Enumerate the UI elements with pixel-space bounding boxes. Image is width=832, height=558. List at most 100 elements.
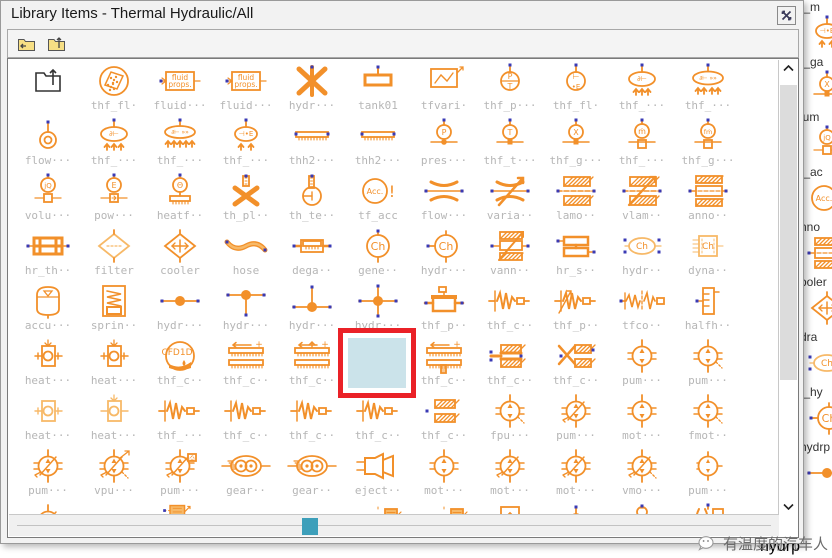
up-folder-button[interactable] xyxy=(16,34,38,55)
vertical-scrollbar-track[interactable] xyxy=(779,77,797,498)
library-item[interactable]: mot··· xyxy=(543,447,609,502)
library-item[interactable]: Ch dyna·· xyxy=(675,227,741,282)
library-item[interactable]: hydr··· xyxy=(279,282,345,337)
library-item[interactable]: thf_c·· xyxy=(345,392,411,447)
library-item[interactable]: gear·· xyxy=(279,447,345,502)
library-item[interactable]: hr_th·· xyxy=(15,227,81,282)
library-item[interactable]: vmo··· xyxy=(609,447,675,502)
library-item[interactable]: sprin·· xyxy=(81,282,147,337)
library-item[interactable]: jQ volu··· xyxy=(15,172,81,227)
library-item[interactable]: thh2··· xyxy=(279,117,345,172)
library-item[interactable]: pum··· xyxy=(543,392,609,447)
library-item[interactable]: vlam·· xyxy=(609,172,675,227)
library-item[interactable]: Epow··· xyxy=(81,172,147,227)
library-item[interactable]: hydr··· xyxy=(279,62,345,117)
library-item[interactable]: ∂⊢ thf_··· xyxy=(609,62,675,117)
library-item[interactable] xyxy=(15,62,81,117)
library-item[interactable]: vpu··· xyxy=(81,447,147,502)
library-item[interactable]: pum··· xyxy=(15,447,81,502)
library-item[interactable]: + thf_c·· xyxy=(279,337,345,392)
library-item[interactable]: cooler xyxy=(147,227,213,282)
library-item[interactable]: thf_c·· xyxy=(477,337,543,392)
library-item[interactable]: Ppres··· xyxy=(411,117,477,172)
library-item[interactable]: fmot·· xyxy=(675,392,741,447)
library-item[interactable]: pum··· xyxy=(675,447,741,502)
library-item[interactable]: th_pl·· xyxy=(213,172,279,227)
library-item[interactable]: Tthf_t··· xyxy=(477,117,543,172)
library-item[interactable]: hydr··· xyxy=(213,282,279,337)
library-item[interactable]: accu··· xyxy=(15,282,81,337)
library-item[interactable]: tfvari· xyxy=(411,62,477,117)
library-item[interactable]: th_te·· xyxy=(279,172,345,227)
library-item[interactable]: thh2··· xyxy=(345,117,411,172)
library-item[interactable]: ⊢ •E thf_fl· xyxy=(543,62,609,117)
library-item[interactable]: mot··· xyxy=(411,447,477,502)
library-item[interactable]: Ch gene·· xyxy=(345,227,411,282)
library-item[interactable]: flow··· xyxy=(15,117,81,172)
library-item[interactable]: halfh·· xyxy=(675,282,741,337)
library-item[interactable]: ⎙ pum··· xyxy=(147,447,213,502)
library-item[interactable]: hose xyxy=(213,227,279,282)
library-item[interactable]: varia·· xyxy=(477,172,543,227)
new-folder-button[interactable] xyxy=(46,34,68,55)
library-item[interactable]: thf_fl· xyxy=(81,62,147,117)
library-item[interactable]: thf_c·· xyxy=(213,392,279,447)
horizontal-scrollbar-thumb[interactable] xyxy=(302,518,318,535)
library-item[interactable]: thf_p·· xyxy=(411,282,477,337)
close-button[interactable] xyxy=(777,6,796,25)
horizontal-scrollbar-track[interactable] xyxy=(17,525,771,526)
library-item[interactable]: thf_p·· xyxy=(543,282,609,337)
horizontal-scrollbar[interactable] xyxy=(9,514,779,536)
library-item[interactable]: ⊣•E thf_··· xyxy=(213,117,279,172)
vertical-scrollbar[interactable] xyxy=(778,60,798,515)
library-item[interactable]: dega·· xyxy=(279,227,345,282)
library-item[interactable]: anno·· xyxy=(675,172,741,227)
library-item[interactable]: Acc.! tf_acc xyxy=(345,172,411,227)
library-grid[interactable]: thf_fl· fluid props. fluid··· fluid props. flu… xyxy=(9,60,779,515)
scroll-up-button[interactable] xyxy=(779,60,798,77)
library-item[interactable]: flow··· xyxy=(411,172,477,227)
library-item[interactable]: fluid props. fluid··· xyxy=(147,62,213,117)
library-item[interactable]: heat··· xyxy=(15,337,81,392)
library-item[interactable]: thf_c·· xyxy=(477,282,543,337)
library-item[interactable]: pum··· xyxy=(675,337,741,392)
library-item[interactable]: thf_··· xyxy=(147,392,213,447)
library-item[interactable]: fluid props. fluid··· xyxy=(213,62,279,117)
library-item[interactable]: pum··· xyxy=(609,337,675,392)
library-item[interactable]: heat··· xyxy=(81,337,147,392)
library-item[interactable]: CFD1D thf_c·· xyxy=(147,337,213,392)
library-item[interactable]: thf_c·· xyxy=(411,392,477,447)
library-item[interactable]: vann·· xyxy=(477,227,543,282)
library-item[interactable]: hr_s·· xyxy=(543,227,609,282)
library-item[interactable]: eject·· xyxy=(345,447,411,502)
library-item[interactable]: tank01 xyxy=(345,62,411,117)
library-item[interactable]: mot··· xyxy=(609,392,675,447)
library-item[interactable]: heat··· xyxy=(15,392,81,447)
scroll-down-button[interactable] xyxy=(779,498,798,515)
title-bar[interactable]: Library Items - Thermal Hydraulic/All xyxy=(1,1,803,29)
library-item[interactable]: thf_c·· xyxy=(543,337,609,392)
library-item[interactable]: heat··· xyxy=(81,392,147,447)
library-item[interactable]: ∂⊢ »» thf_··· xyxy=(147,117,213,172)
library-item[interactable]: Θheatf·· xyxy=(147,172,213,227)
library-item[interactable]: thf_c·· xyxy=(279,392,345,447)
vertical-scrollbar-thumb[interactable] xyxy=(780,85,797,380)
library-item[interactable]: P Tthf_p··· xyxy=(477,62,543,117)
library-item[interactable]: mot··· xyxy=(477,447,543,502)
library-item[interactable]: + thf_c·· xyxy=(411,337,477,392)
library-item[interactable]: ṁ thf_··· xyxy=(609,117,675,172)
library-item[interactable]: ∂⊢ thf_··· xyxy=(81,117,147,172)
library-item[interactable]: fṁ thf_g··· xyxy=(675,117,741,172)
library-item[interactable]: lamo·· xyxy=(543,172,609,227)
library-item[interactable]: filter xyxy=(81,227,147,282)
library-item[interactable]: gear·· xyxy=(213,447,279,502)
library-item[interactable]: Xthf_g··· xyxy=(543,117,609,172)
library-item[interactable]: Ch hydr··· xyxy=(411,227,477,282)
library-item[interactable]: tfco·· xyxy=(609,282,675,337)
library-item[interactable]: fpu··· xyxy=(477,392,543,447)
library-item[interactable]: + thf_c·· xyxy=(345,337,411,392)
library-item[interactable]: ∂⊢ »» thf_··· xyxy=(675,62,741,117)
library-item[interactable]: hydr··· xyxy=(345,282,411,337)
library-item[interactable]: Ch hydr·· xyxy=(609,227,675,282)
library-item[interactable]: hydr··· xyxy=(147,282,213,337)
